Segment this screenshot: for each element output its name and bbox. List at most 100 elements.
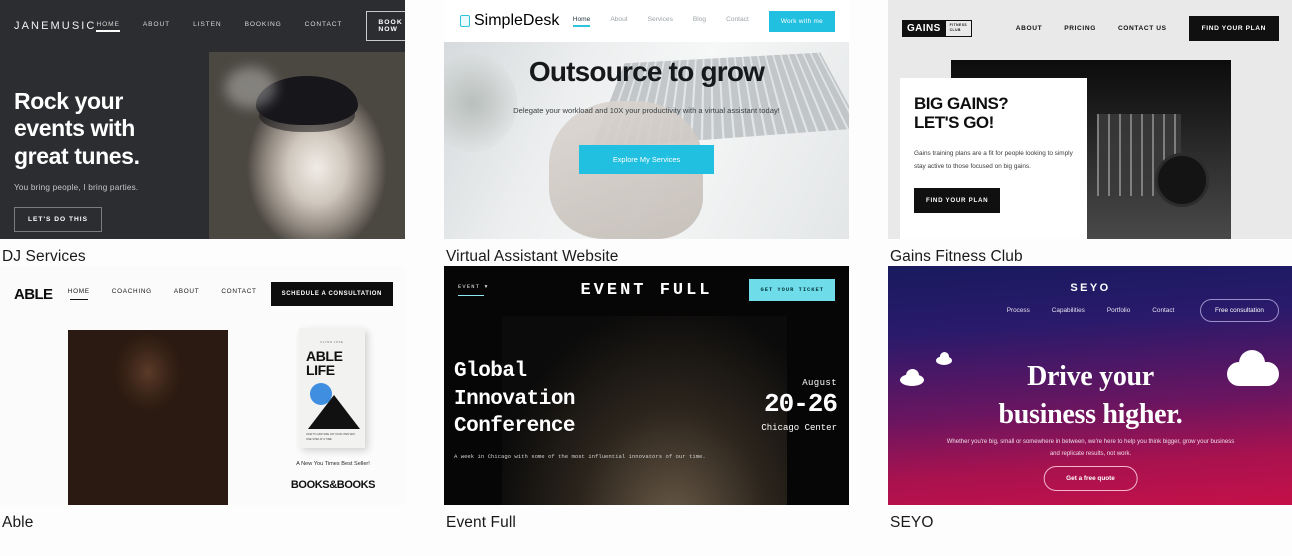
template-thumbnail-able[interactable]: ABLE HOME COACHING ABOUT CONTACT SCHEDUL… <box>0 266 405 505</box>
gains-nav-contact-us[interactable]: CONTACT US <box>1118 25 1167 32</box>
dj-nav-about[interactable]: ABOUT <box>143 21 170 32</box>
seyo-body-text: Whether you're big, small or somewhere i… <box>946 439 1235 457</box>
simpledesk-hero-copy: Outsource to grow Delegate your workload… <box>444 56 849 174</box>
able-book-title-line1: ABLE <box>306 348 343 364</box>
seyo-logo: SEYO <box>1070 282 1111 294</box>
gains-find-your-plan-nav-button[interactable]: FIND YOUR PLAN <box>1188 15 1279 41</box>
dj-nav-booking[interactable]: BOOKING <box>245 21 282 32</box>
seyo-heading-line2: business higher. <box>998 399 1183 431</box>
seyo-nav-contact[interactable]: Contact <box>1152 307 1174 314</box>
gains-body-text: Gains training plans are a fit for peopl… <box>914 149 1073 171</box>
template-gallery: JANEMUSIC HOME ABOUT LISTEN BOOKING CONT… <box>0 0 1292 532</box>
gains-nav-about[interactable]: ABOUT <box>1016 25 1042 32</box>
simpledesk-nav-services[interactable]: Services <box>648 16 673 27</box>
simpledesk-work-with-me-button[interactable]: Work with me <box>768 10 835 32</box>
able-bookstore-logo: BOOKS&BOOKS <box>290 479 376 491</box>
able-nav-about[interactable]: ABOUT <box>174 288 200 300</box>
template-caption-seyo: SEYO <box>890 514 934 531</box>
able-nav-contact[interactable]: CONTACT <box>221 288 256 300</box>
gains-nav-pricing[interactable]: PRICING <box>1064 25 1096 32</box>
seyo-site-preview: SEYO Process Capabilities Portfolio Cont… <box>888 266 1292 505</box>
seyo-nav-portfolio[interactable]: Portfolio <box>1107 307 1130 314</box>
simpledesk-site-preview: Outsource to grow Delegate your workload… <box>444 0 849 239</box>
able-site-preview: ABLE HOME COACHING ABOUT CONTACT SCHEDUL… <box>0 266 405 505</box>
gains-site-preview: GAINS FITNESS CLUB ABOUT PRICING CONTACT… <box>888 0 1292 239</box>
gains-heading-line1: BIG GAINS? <box>914 94 1009 113</box>
able-nav-home[interactable]: HOME <box>68 288 90 301</box>
simpledesk-subheading: Delegate your workload and 10X your prod… <box>513 106 780 115</box>
eventfull-body-text: A week in Chicago with some of the most … <box>454 453 706 461</box>
gains-logo-text: GAINS <box>902 19 946 37</box>
dj-nav-home[interactable]: HOME <box>96 21 121 32</box>
dj-nav-contact[interactable]: CONTACT <box>305 21 343 32</box>
simpledesk-nav-home[interactable]: Home <box>572 16 590 27</box>
seyo-heading: Drive your business higher. <box>888 358 1292 434</box>
template-thumbnail-event-full[interactable]: EVENT ▾ EVENT FULL GET YOUR TICKET Globa… <box>444 266 849 505</box>
simpledesk-logo-icon <box>460 15 470 27</box>
dj-cta-button[interactable]: LET'S DO THIS <box>14 207 102 233</box>
template-caption-virtual-assistant: Virtual Assistant Website <box>446 248 619 265</box>
template-thumbnail-virtual-assistant[interactable]: Outsource to grow Delegate your workload… <box>444 0 849 239</box>
template-card-able[interactable]: ABLE HOME COACHING ABOUT CONTACT SCHEDUL… <box>0 266 405 532</box>
gains-heading-line2: LET'S GO! <box>914 113 994 133</box>
template-card-event-full[interactable]: EVENT ▾ EVENT FULL GET YOUR TICKET Globa… <box>444 266 849 532</box>
template-caption-event-full: Event Full <box>446 514 516 531</box>
gains-cta-button[interactable]: FIND YOUR PLAN <box>914 187 1001 213</box>
able-logo: ABLE <box>14 285 53 303</box>
dj-nav-links: HOME ABOUT LISTEN BOOKING CONTACT <box>96 21 342 32</box>
simpledesk-nav-about[interactable]: About <box>610 16 627 27</box>
simpledesk-nav-blog[interactable]: Blog <box>693 16 706 27</box>
gains-logo-sub-line2: CLUB <box>949 28 961 32</box>
seyo-cta-button[interactable]: Get a free quote <box>1043 466 1138 491</box>
template-caption-gains-fitness: Gains Fitness Club <box>890 248 1023 265</box>
dj-heading: Rock your events with great tunes. <box>14 88 140 169</box>
able-portrait-photo <box>68 330 228 505</box>
able-book-cover: FLYNN JOSE ABLE LIFE HOW TO ADD SIZE ON … <box>299 328 365 448</box>
simpledesk-cta-button[interactable]: Explore My Services <box>578 145 715 174</box>
simpledesk-heading: Outsource to grow <box>528 56 765 87</box>
weight-plate-decoration <box>1154 153 1209 208</box>
gains-navbar: GAINS FITNESS CLUB ABOUT PRICING CONTACT… <box>888 0 1292 56</box>
template-thumbnail-dj-services[interactable]: JANEMUSIC HOME ABOUT LISTEN BOOKING CONT… <box>0 0 405 239</box>
simpledesk-nav-links: Home About Services Blog Contact <box>572 16 749 27</box>
template-card-dj-services[interactable]: JANEMUSIC HOME ABOUT LISTEN BOOKING CONT… <box>0 0 405 266</box>
able-seller-note: A New You Times Best Seller! <box>296 461 370 467</box>
template-thumbnail-seyo[interactable]: SEYO Process Capabilities Portfolio Cont… <box>888 266 1292 505</box>
able-book-title-line2: LIFE <box>306 362 335 378</box>
able-navbar: ABLE HOME COACHING ABOUT CONTACT SCHEDUL… <box>0 266 405 322</box>
eventfull-hero-copy: Global Innovation Conference A week in C… <box>454 358 706 462</box>
able-nav-coaching[interactable]: COACHING <box>112 288 152 300</box>
template-card-virtual-assistant[interactable]: Outsource to grow Delegate your workload… <box>444 0 849 266</box>
eventfull-navbar: EVENT ▾ EVENT FULL GET YOUR TICKET <box>444 266 849 314</box>
dj-navbar: JANEMUSIC HOME ABOUT LISTEN BOOKING CONT… <box>0 0 405 52</box>
dj-book-now-button[interactable]: BOOK NOW <box>366 11 405 41</box>
seyo-free-consultation-button[interactable]: Free consultation <box>1199 299 1279 322</box>
dj-subheading: You bring people, I bring parties. <box>14 183 139 193</box>
dj-nav-listen[interactable]: LISTEN <box>193 21 222 32</box>
gains-nav-links: ABOUT PRICING CONTACT US <box>1016 25 1167 32</box>
template-thumbnail-gains-fitness[interactable]: GAINS FITNESS CLUB ABOUT PRICING CONTACT… <box>888 0 1292 239</box>
gains-hero-card: BIG GAINS? LET'S GO! Gains training plan… <box>900 78 1087 239</box>
template-caption-able: Able <box>2 514 34 531</box>
eventfull-heading-line2: Innovation <box>454 387 576 411</box>
able-schedule-consultation-button[interactable]: SCHEDULE A CONSULTATION <box>270 282 393 306</box>
seyo-heading-line1: Drive your <box>1027 361 1154 392</box>
seyo-nav-process[interactable]: Process <box>1007 307 1030 314</box>
simpledesk-logo: SimpleDesk <box>460 12 559 30</box>
simpledesk-nav-contact[interactable]: Contact <box>726 16 749 27</box>
eventfull-days: 20-26 <box>763 389 838 419</box>
dj-hero-photo <box>209 52 405 239</box>
simpledesk-navbar: SimpleDesk Home About Services Blog Cont… <box>444 0 849 42</box>
able-book-kicker: FLYNN JOSE <box>320 340 344 344</box>
able-book-triangle-graphic <box>308 395 360 429</box>
template-card-seyo[interactable]: SEYO Process Capabilities Portfolio Cont… <box>888 266 1292 532</box>
template-card-gains-fitness[interactable]: GAINS FITNESS CLUB ABOUT PRICING CONTACT… <box>888 0 1292 266</box>
dj-site-preview: JANEMUSIC HOME ABOUT LISTEN BOOKING CONT… <box>0 0 405 239</box>
gains-logo-subtext: FITNESS CLUB <box>945 19 973 37</box>
template-caption-dj-services: DJ Services <box>2 248 86 265</box>
dj-hero-copy: Rock your events with great tunes. You b… <box>14 88 195 233</box>
eventfull-heading-line1: Global <box>454 360 527 383</box>
dj-logo: JANEMUSIC <box>14 20 97 32</box>
eventfull-get-ticket-button[interactable]: GET YOUR TICKET <box>749 279 835 301</box>
seyo-nav-capabilities[interactable]: Capabilities <box>1052 307 1085 314</box>
